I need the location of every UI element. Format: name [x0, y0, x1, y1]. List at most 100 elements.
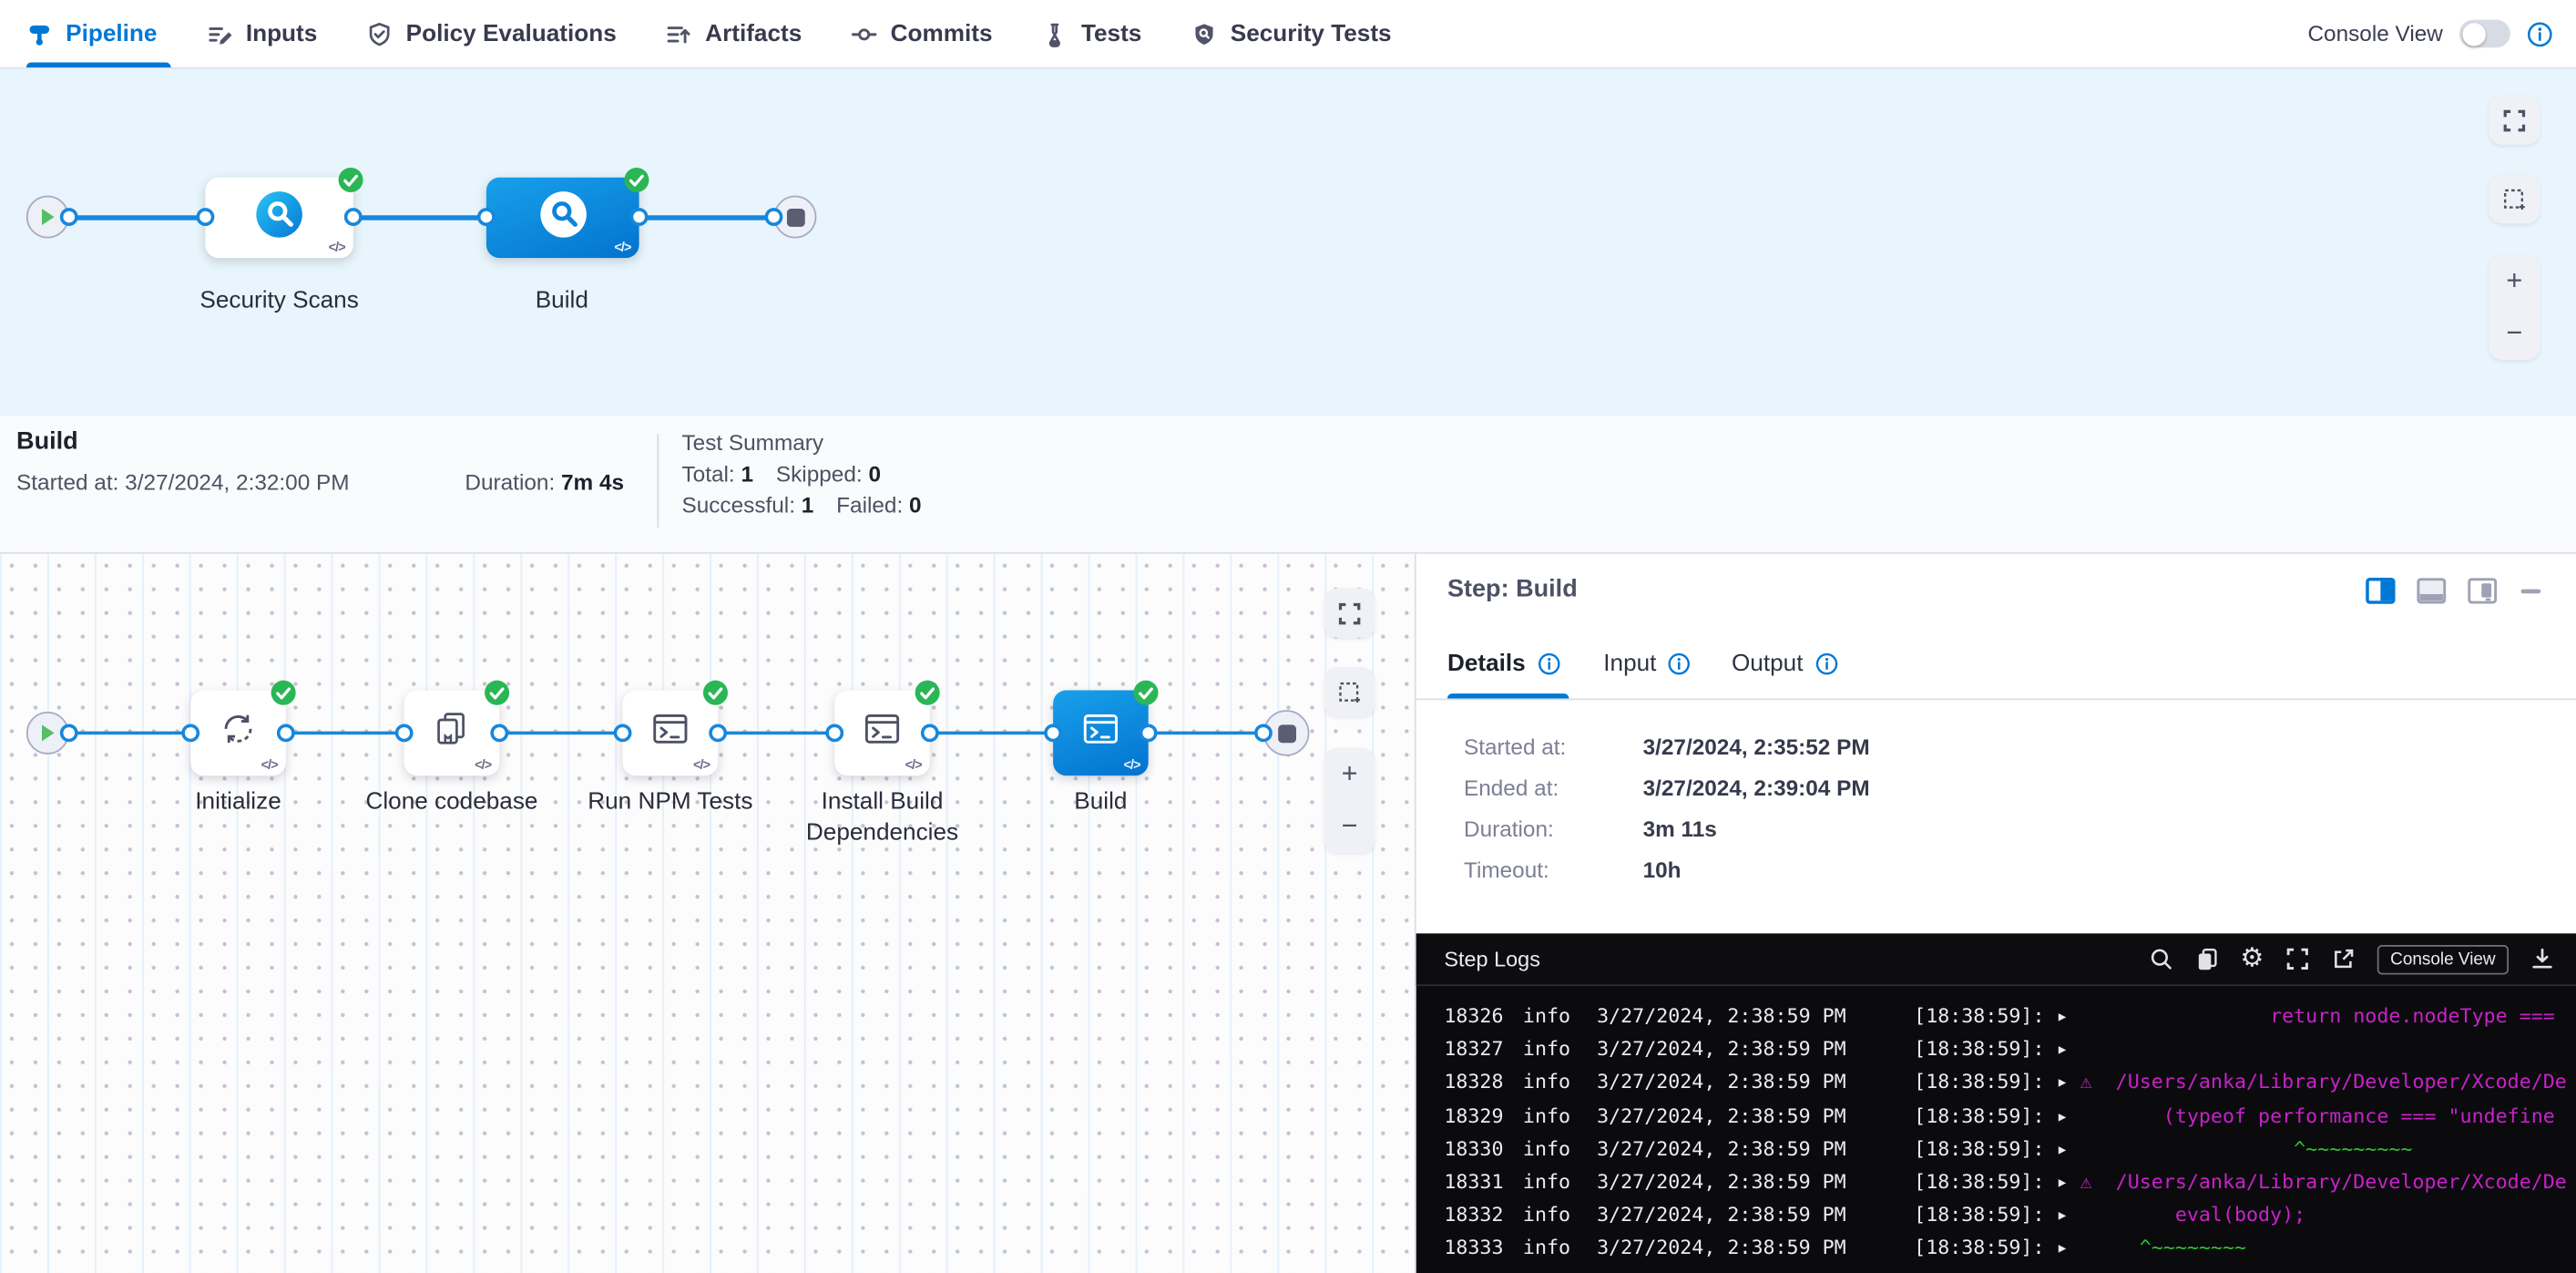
info-icon[interactable] — [1537, 652, 1559, 675]
tab-artifacts[interactable]: Artifacts — [666, 0, 802, 67]
info-icon[interactable] — [1668, 652, 1691, 675]
step-logs-panel: Step Logs ⚙ Console View 18326info3/27/2… — [1416, 933, 2576, 1273]
tab-tests[interactable]: Tests — [1042, 0, 1142, 67]
tab-label: Tests — [1081, 21, 1141, 47]
tab-inputs[interactable]: Inputs — [207, 0, 318, 67]
step-details-panel: Step: Build Details Input — [1415, 554, 2576, 1273]
split-bottom-view-icon[interactable] — [2417, 577, 2446, 605]
step-label: Initialize — [123, 787, 353, 818]
step-panel-header: Step: Build — [1416, 554, 2576, 633]
step-node-run-npm-tests[interactable]: </> — [623, 690, 719, 775]
tab-commits[interactable]: Commits — [851, 0, 992, 67]
tab-policy-evaluations[interactable]: Policy Evaluations — [366, 0, 616, 67]
split-right-view-icon[interactable] — [2366, 577, 2395, 605]
initialize-step-icon — [217, 707, 260, 758]
tab-label: Artifacts — [705, 21, 802, 47]
success-badge-icon — [624, 168, 649, 192]
search-logs-button[interactable] — [2148, 947, 2172, 971]
code-glyph: </> — [261, 757, 278, 772]
stage-edge-line — [47, 215, 795, 220]
play-icon — [39, 724, 56, 744]
toggle-knob — [2462, 22, 2485, 45]
step-node-build[interactable]: </> — [1053, 690, 1149, 775]
success-badge-icon — [1133, 681, 1158, 705]
detail-value: 3m 11s — [1643, 816, 1717, 841]
connector-port — [709, 724, 727, 742]
canvas-select-button[interactable] — [2489, 174, 2540, 223]
duration-value: 7m 4s — [561, 470, 624, 495]
canvas-fullscreen-button[interactable] — [1324, 589, 1375, 638]
canvas-select-button[interactable] — [1324, 667, 1375, 716]
active-tab-underline — [1447, 693, 1569, 698]
connector-port — [1140, 724, 1158, 742]
test-summary-title: Test Summary — [681, 431, 937, 456]
code-glyph: </> — [614, 240, 630, 254]
detail-row: Started at: 3/27/2024, 2:35:52 PM — [1416, 726, 2576, 767]
step-node-install-build-dependencies[interactable]: </> — [834, 690, 930, 775]
download-logs-button[interactable] — [2530, 947, 2554, 971]
log-level: info — [1523, 1099, 1597, 1132]
log-time: [18:38:59]: ▸ — [1914, 1170, 2068, 1193]
log-date: 3/27/2024, 2:38:59 PM — [1597, 1000, 1914, 1032]
log-line: 18328info3/27/2024, 2:38:59 PM[18:38:59]… — [1444, 1065, 2576, 1098]
log-level: info — [1523, 1198, 1597, 1231]
log-date: 3/27/2024, 2:38:59 PM — [1597, 1099, 1914, 1132]
zoom-out-button[interactable]: − — [1324, 800, 1375, 853]
terminal-step-icon — [649, 707, 691, 758]
started-at: Started at: 3/27/2024, 2:32:00 PM — [16, 470, 350, 495]
canvas-fullscreen-button[interactable] — [2489, 96, 2540, 145]
skipped-label: Skipped: — [776, 462, 863, 487]
code-glyph: </> — [329, 240, 345, 254]
connector-port — [1044, 724, 1062, 742]
detail-value: 3/27/2024, 2:35:52 PM — [1643, 734, 1870, 759]
detail-row: Ended at: 3/27/2024, 2:39:04 PM — [1416, 767, 2576, 808]
tab-pipeline[interactable]: Pipeline — [26, 0, 158, 67]
tab-label: Output — [1732, 651, 1804, 677]
log-date: 3/27/2024, 2:38:59 PM — [1597, 1231, 1914, 1264]
zoom-out-button[interactable]: − — [2489, 307, 2540, 360]
zoom-in-button[interactable]: + — [1324, 748, 1375, 801]
log-time: [18:38:59]: ▸ — [1914, 1104, 2068, 1126]
connector-port — [197, 208, 215, 226]
marquee-select-icon — [1337, 680, 1362, 704]
log-text: eval(body); — [2069, 1203, 2306, 1226]
console-view-button[interactable]: Console View — [2377, 944, 2509, 973]
stage-node-build[interactable]: </> — [486, 178, 639, 258]
stage-summary-bar: Build Started at: 3/27/2024, 2:32:00 PM … — [0, 416, 2576, 553]
copy-logs-button[interactable] — [2194, 947, 2219, 971]
tab-output[interactable]: Output — [1732, 651, 1837, 677]
minimize-panel-icon[interactable] — [2519, 579, 2543, 603]
stage-node-security-scans[interactable]: </> — [205, 178, 353, 258]
log-settings-gear-icon[interactable]: ⚙ — [2240, 946, 2264, 972]
expand-logs-button[interactable] — [2285, 947, 2310, 971]
tab-label: Details — [1447, 651, 1526, 677]
info-icon[interactable] — [2527, 21, 2553, 47]
detail-label: Ended at: — [1464, 775, 1643, 800]
step-logs-title: Step Logs — [1444, 947, 1540, 971]
connector-port — [181, 724, 199, 742]
log-line-number: 18326 — [1444, 1000, 1523, 1032]
info-icon[interactable] — [1814, 652, 1837, 675]
connector-port — [1254, 724, 1273, 742]
terminal-step-icon-selected — [1079, 707, 1122, 758]
log-level: info — [1523, 1132, 1597, 1165]
step-node-clone-codebase[interactable]: </> — [404, 690, 500, 775]
tab-input[interactable]: Input — [1603, 651, 1691, 677]
step-label: Install Build Dependencies — [781, 787, 985, 850]
log-line-number: 18330 — [1444, 1132, 1523, 1165]
step-node-initialize[interactable]: </> — [190, 690, 286, 775]
tab-security-tests[interactable]: Security Tests — [1191, 0, 1391, 67]
log-text: (typeof performance === "undefine — [2069, 1104, 2555, 1126]
active-tab-underline — [26, 62, 171, 67]
connector-port — [490, 724, 508, 742]
tab-details[interactable]: Details — [1447, 651, 1560, 677]
flask-icon — [1042, 21, 1068, 47]
failed-value: 0 — [909, 493, 922, 518]
log-level: info — [1523, 1000, 1597, 1032]
floating-view-icon[interactable] — [2468, 577, 2497, 605]
open-logs-external-button[interactable] — [2331, 947, 2356, 971]
console-view-toggle[interactable] — [2459, 20, 2510, 48]
zoom-in-button[interactable]: + — [2489, 255, 2540, 308]
log-level: info — [1523, 1231, 1597, 1264]
lower-split: </> </> </> </> — [0, 554, 2576, 1273]
